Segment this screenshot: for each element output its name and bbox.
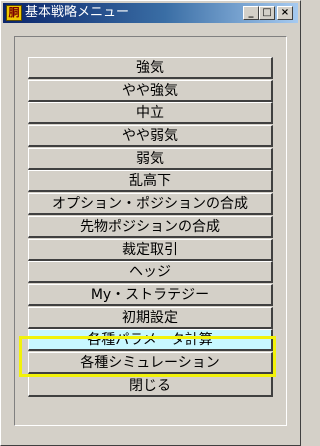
slightly-bullish-button[interactable]: やや強気: [28, 79, 273, 102]
close-window-button[interactable]: ×: [277, 6, 293, 20]
initial-settings-button[interactable]: 初期設定: [28, 306, 273, 329]
title-bar[interactable]: 胴 基本戦略メニュー _ □ ×: [3, 3, 298, 23]
hedge-button[interactable]: ヘッジ: [28, 261, 273, 284]
neutral-button[interactable]: 中立: [28, 102, 273, 125]
app-icon: 胴: [6, 5, 22, 21]
window-title: 基本戦略メニュー: [25, 5, 130, 20]
bullish-button[interactable]: 強気: [28, 57, 273, 79]
simulation-button[interactable]: 各種シミュレーション: [28, 351, 273, 374]
strategy-menu-window: 胴 基本戦略メニュー _ □ × 強気 やや強気 中立 やや弱気 弱気 乱高下 …: [0, 0, 301, 446]
strategy-menu: 強気 やや強気 中立 やや弱気 弱気 乱高下 オプション・ポジションの合成 先物…: [28, 57, 273, 397]
futures-position-synthesis-button[interactable]: 先物ポジションの合成: [28, 215, 273, 238]
parameter-calculation-button[interactable]: 各種パラメータ計算: [28, 329, 273, 352]
close-button[interactable]: 閉じる: [28, 374, 273, 397]
volatile-button[interactable]: 乱高下: [28, 170, 273, 193]
option-position-synthesis-button[interactable]: オプション・ポジションの合成: [28, 193, 273, 216]
slightly-bearish-button[interactable]: やや弱気: [28, 125, 273, 148]
my-strategy-button[interactable]: My・ストラテジー: [28, 283, 273, 306]
minimize-button[interactable]: _: [243, 6, 259, 20]
maximize-button[interactable]: □: [259, 6, 275, 20]
arbitrage-button[interactable]: 裁定取引: [28, 238, 273, 261]
bearish-button[interactable]: 弱気: [28, 147, 273, 170]
